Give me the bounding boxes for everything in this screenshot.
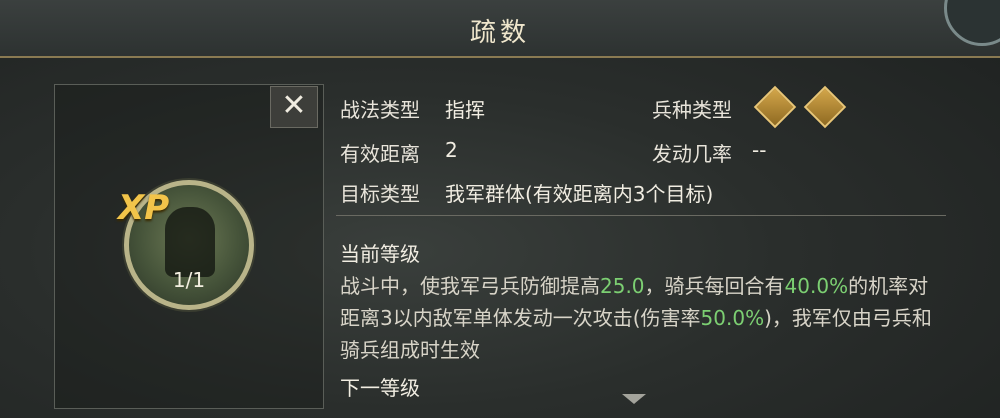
desc-highlight: 50.0% [700, 306, 765, 330]
range-value: 2 [445, 138, 458, 162]
target-value: 我军群体(有效距离内3个目标) [445, 182, 714, 206]
desc-highlight: 40.0% [784, 274, 849, 298]
cavalry-unit-icon [803, 85, 847, 129]
current-level-description: 战斗中，使我军弓兵防御提高25.0，骑兵每回合有40.0%的机率对距离3以内敌军… [340, 270, 940, 366]
target-label: 目标类型 [340, 182, 420, 206]
skill-type-value: 指挥 [445, 98, 485, 122]
skill-level: 1/1 [172, 268, 206, 292]
skill-type-label: 战法类型 [340, 98, 420, 122]
desc-highlight: 25.0 [600, 274, 645, 298]
next-level-title: 下一等级 [340, 376, 420, 400]
chance-value: -- [752, 138, 767, 162]
range-label: 有效距离 [340, 142, 420, 166]
chevron-down-icon[interactable] [622, 394, 646, 404]
close-button[interactable]: ✕ [270, 86, 318, 128]
xp-badge: XP [118, 188, 170, 228]
header-bar: 疏数 [0, 0, 1000, 58]
divider [336, 215, 946, 216]
bow-unit-icon [753, 85, 797, 129]
page-title: 疏数 [469, 18, 530, 48]
current-level-title: 当前等级 [340, 242, 420, 266]
unit-type-label: 兵种类型 [652, 98, 732, 122]
desc-text: ，骑兵每回合有 [644, 274, 785, 298]
warrior-icon [165, 207, 215, 277]
desc-text: 战斗中，使我军弓兵防御提高 [340, 274, 600, 298]
chance-label: 发动几率 [652, 142, 732, 166]
